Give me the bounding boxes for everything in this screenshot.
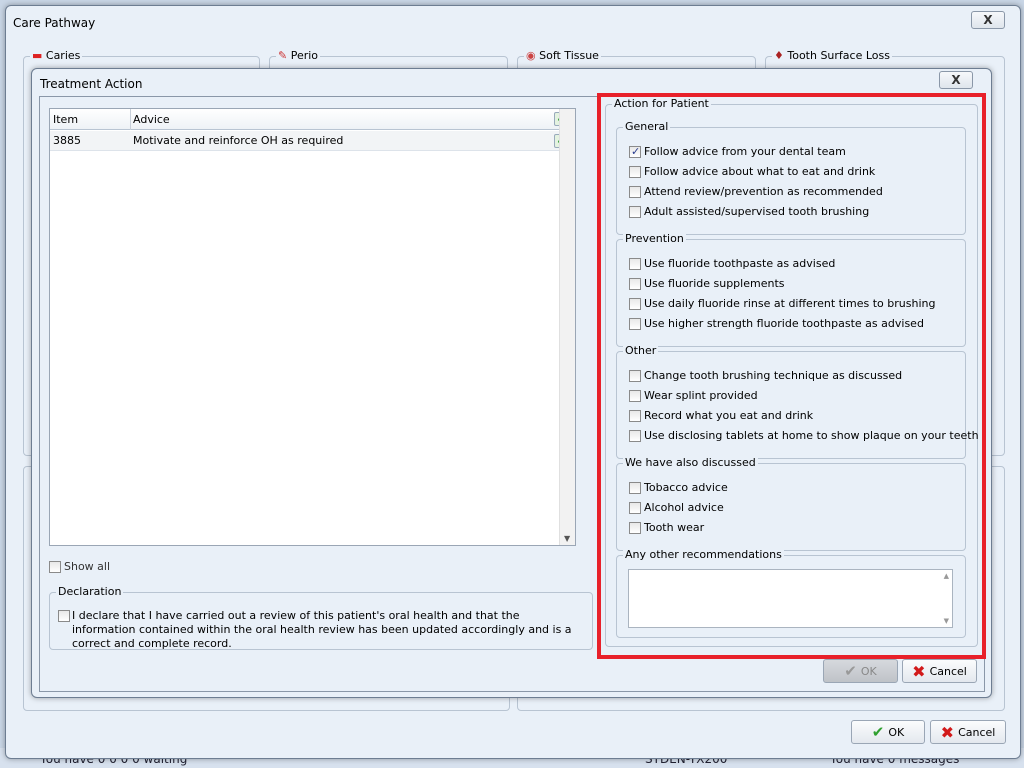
action-checkbox[interactable]: Use daily fluoride rinse at different ti… — [629, 296, 935, 312]
checkbox-box[interactable] — [629, 390, 641, 402]
checkbox-label: Use higher strength fluoride toothpaste … — [644, 317, 924, 330]
cross-icon: ✖ — [940, 722, 955, 742]
section-we-have-also-discussed: We have also discussed Tobacco advice Alco… — [616, 456, 966, 551]
checkbox-box[interactable] — [629, 166, 641, 178]
action-checkbox[interactable]: Change tooth brushing technique as discu… — [629, 368, 902, 384]
section-legend: Other — [623, 344, 659, 357]
checkbox-box[interactable] — [629, 502, 641, 514]
checkbox-label: Change tooth brushing technique as discu… — [644, 369, 903, 382]
button-label: OK — [888, 725, 905, 739]
vertical-scrollbar[interactable]: ▼ — [559, 109, 575, 545]
action-checkbox[interactable]: Use disclosing tablets at home to show p… — [629, 428, 979, 444]
column-item[interactable]: Item — [53, 113, 78, 126]
section-general: General Follow advice from your dental te… — [616, 120, 966, 235]
checkbox-label: Alcohol advice — [644, 501, 724, 514]
action-for-patient-group: Action for Patient General Follow advice … — [605, 97, 979, 647]
checkbox-label: Follow advice from your dental team — [644, 145, 846, 158]
checkbox-box[interactable] — [629, 144, 641, 160]
checkbox-box[interactable] — [629, 278, 641, 290]
action-checkbox[interactable]: Tooth wear — [629, 520, 704, 536]
action-checkbox[interactable]: Use higher strength fluoride toothpaste … — [629, 316, 924, 332]
button-label: Cancel — [958, 725, 996, 739]
scroll-up-arrow-icon[interactable]: ▲ — [944, 572, 949, 580]
cross-icon: ✖ — [912, 661, 926, 681]
check-icon: ✔ — [871, 723, 885, 741]
section-other: Other Change tooth brushing technique as … — [616, 344, 979, 459]
checkbox-label: Adult assisted/supervised tooth brushing — [644, 205, 870, 218]
checkbox-box[interactable] — [629, 206, 641, 218]
section-legend: Prevention — [623, 232, 686, 245]
checkbox-label: Use fluoride toothpaste as advised — [644, 257, 836, 270]
show-all-checkbox[interactable]: Show all — [49, 560, 110, 573]
section-prevention: Prevention Use fluoride toothpaste as adv… — [616, 232, 966, 347]
group-label: Perio — [290, 49, 319, 62]
other-recommendations-legend: Any other recommendations — [623, 548, 784, 561]
close-button[interactable]: X — [971, 11, 1005, 29]
checkbox-label: Use daily fluoride rinse at different ti… — [644, 297, 936, 310]
button-label: Cancel — [929, 664, 967, 678]
action-checkbox[interactable]: Follow advice from your dental team — [629, 144, 846, 160]
checkbox-label: Use fluoride supplements — [644, 277, 785, 290]
scroll-down-arrow-icon[interactable]: ▼ — [944, 617, 949, 625]
other-recommendations-group: Any other recommendations ▲ ▼ — [616, 548, 966, 638]
action-checkbox[interactable]: Record what you eat and drink — [629, 408, 813, 424]
action-checkbox[interactable]: Adult assisted/supervised tooth brushing — [629, 204, 869, 220]
group-label: Soft Tissue — [539, 49, 599, 62]
checkbox-label: Record what you eat and drink — [644, 409, 814, 422]
checkbox-label: Attend review/prevention as recommended — [644, 185, 883, 198]
checkbox-label: Tooth wear — [644, 521, 705, 534]
outer-ok-button[interactable]: ✔ OK — [851, 720, 925, 744]
advice-table: Item Advice ✓ 3885 Motivate and reinforc… — [49, 108, 576, 546]
section-legend: We have also discussed — [623, 456, 758, 469]
action-checkbox[interactable]: Tobacco advice — [629, 480, 728, 496]
checkbox-box[interactable] — [629, 318, 641, 330]
action-checkbox[interactable]: Use fluoride supplements — [629, 276, 785, 292]
table-header: Item Advice ✓ — [50, 109, 568, 130]
dialog-title: Treatment Action — [40, 77, 143, 91]
checkbox-label: Use disclosing tablets at home to show p… — [644, 429, 979, 442]
dialog-close-button[interactable]: X — [939, 71, 973, 89]
checkbox-label: Show all — [64, 560, 111, 573]
row-item: 3885 — [53, 134, 81, 147]
checkbox-box[interactable] — [629, 430, 641, 442]
check-icon: ✔ — [844, 662, 857, 680]
action-legend: Action for Patient — [612, 97, 711, 110]
section-legend: General — [623, 120, 671, 133]
checkbox-box[interactable] — [629, 298, 641, 310]
window-title: Care Pathway — [13, 16, 96, 30]
declaration-text: I declare that I have carried out a revi… — [72, 609, 572, 650]
outer-cancel-button[interactable]: ✖ Cancel — [930, 720, 1006, 744]
group-label: Caries — [45, 49, 81, 62]
checkbox-label: Follow advice about what to eat and drin… — [644, 165, 876, 178]
dialog-cancel-button[interactable]: ✖ Cancel — [902, 659, 977, 683]
action-checkbox[interactable]: Attend review/prevention as recommended — [629, 184, 883, 200]
action-checkbox[interactable]: Use fluoride toothpaste as advised — [629, 256, 835, 272]
declaration-legend: Declaration — [56, 585, 124, 598]
scroll-down-arrow-icon[interactable]: ▼ — [564, 534, 570, 543]
table-row[interactable]: 3885 Motivate and reinforce OH as requir… — [50, 131, 568, 151]
column-advice[interactable]: Advice — [133, 113, 170, 126]
declaration-group: Declaration I declare that I have carrie… — [49, 585, 593, 650]
checkbox-box[interactable] — [629, 410, 641, 422]
checkbox-label: Wear splint provided — [644, 389, 758, 402]
checkbox-box[interactable] — [629, 482, 641, 494]
checkbox-label: Tobacco advice — [644, 481, 728, 494]
dialog-ok-button[interactable]: ✔ OK — [823, 659, 898, 683]
checkbox-box[interactable] — [629, 186, 641, 198]
action-checkbox[interactable]: Wear splint provided — [629, 388, 758, 404]
group-label: Tooth Surface Loss — [787, 49, 890, 62]
checkbox-box[interactable] — [629, 370, 641, 382]
action-checkbox[interactable]: Alcohol advice — [629, 500, 724, 516]
checkbox-box[interactable] — [629, 522, 641, 534]
action-checkbox[interactable]: Follow advice about what to eat and drin… — [629, 164, 875, 180]
treatment-action-dialog: Treatment Action X Item Advice ✓ 3885 Mo… — [31, 68, 992, 698]
button-label: OK — [860, 664, 877, 678]
checkbox-box[interactable] — [629, 258, 641, 270]
declaration-checkbox[interactable] — [58, 610, 70, 622]
other-recommendations-textarea[interactable]: ▲ ▼ — [628, 569, 953, 628]
row-advice: Motivate and reinforce OH as required — [133, 134, 344, 147]
